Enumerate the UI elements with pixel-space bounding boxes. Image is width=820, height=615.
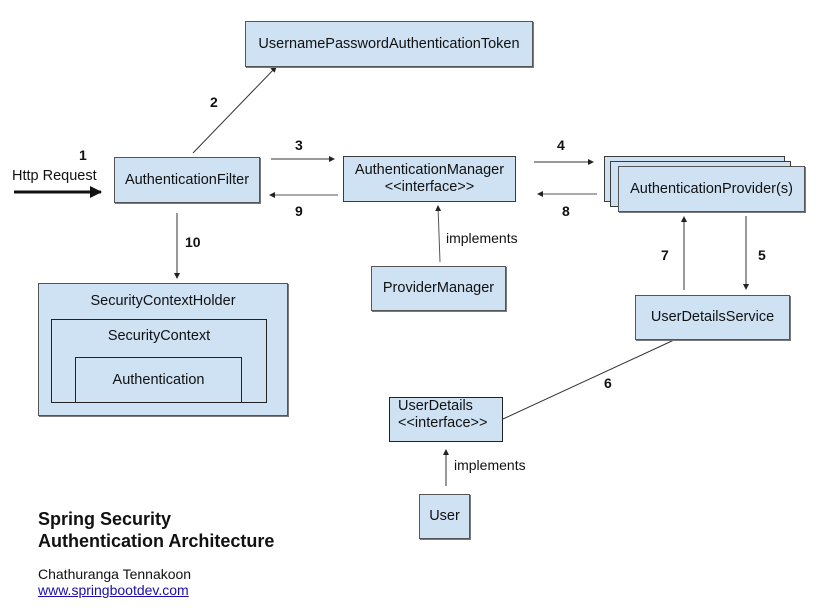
step-9-label: 9: [295, 203, 303, 219]
provider-manager-box: ProviderManager: [371, 266, 506, 311]
implements-manager-label: implements: [446, 230, 518, 246]
user-label: User: [429, 508, 460, 524]
step-4-label: 4: [557, 137, 565, 153]
step-2-label: 2: [210, 94, 218, 110]
authentication-box: Authentication: [75, 357, 242, 403]
authentication-manager-label: AuthenticationManager: [354, 162, 505, 178]
arrow-implements-manager: [435, 205, 442, 263]
step-8-label: 8: [562, 203, 570, 219]
authentication-manager-box: AuthenticationManager <<interface>>: [343, 156, 516, 202]
arrow-step-2: [192, 66, 277, 154]
username-password-token-label: UsernamePasswordAuthenticationToken: [258, 35, 520, 52]
implements-user-label: implements: [454, 457, 526, 473]
step-3-label: 3: [295, 137, 303, 153]
authentication-filter-label: AuthenticationFilter: [124, 171, 250, 188]
security-context-label: SecurityContext: [107, 328, 211, 344]
line-step-6: [502, 339, 675, 420]
http-request-label: Http Request: [12, 168, 97, 184]
authentication-provider-label: AuthenticationProvider(s): [630, 180, 793, 197]
diagram-title: Spring Security Authentication Architect…: [38, 508, 274, 552]
step-1-label: 1: [79, 147, 87, 163]
user-details-box: UserDetails <<interface>>: [389, 397, 503, 442]
user-details-service-box: UserDetailsService: [635, 295, 790, 340]
security-context-holder-box: SecurityContextHolder SecurityContext Au…: [38, 283, 288, 416]
title-line-2: Authentication Architecture: [38, 531, 275, 551]
authentication-manager-stereotype: <<interface>>: [384, 179, 475, 195]
title-line-1: Spring Security: [38, 509, 172, 529]
authentication-label: Authentication: [112, 371, 205, 388]
website-link[interactable]: www.springbootdev.com: [38, 582, 189, 598]
step-5-label: 5: [758, 247, 766, 263]
step-7-label: 7: [661, 247, 669, 263]
user-box: User: [419, 494, 470, 539]
step-10-label: 10: [185, 234, 201, 250]
security-context-holder-label: SecurityContextHolder: [90, 293, 236, 309]
authentication-provider-box: AuthenticationProvider(s): [618, 166, 805, 212]
security-context-box: SecurityContext Authentication: [51, 319, 267, 403]
username-password-token-box: UsernamePasswordAuthenticationToken: [245, 21, 533, 67]
user-details-label: UserDetails: [398, 398, 473, 414]
user-details-stereotype: <<interface>>: [398, 415, 488, 431]
step-6-label: 6: [604, 375, 612, 391]
provider-manager-label: ProviderManager: [382, 280, 495, 296]
author-name: Chathuranga Tennakoon: [38, 566, 192, 582]
authentication-filter-box: AuthenticationFilter: [114, 157, 260, 203]
user-details-service-label: UserDetailsService: [650, 309, 775, 325]
